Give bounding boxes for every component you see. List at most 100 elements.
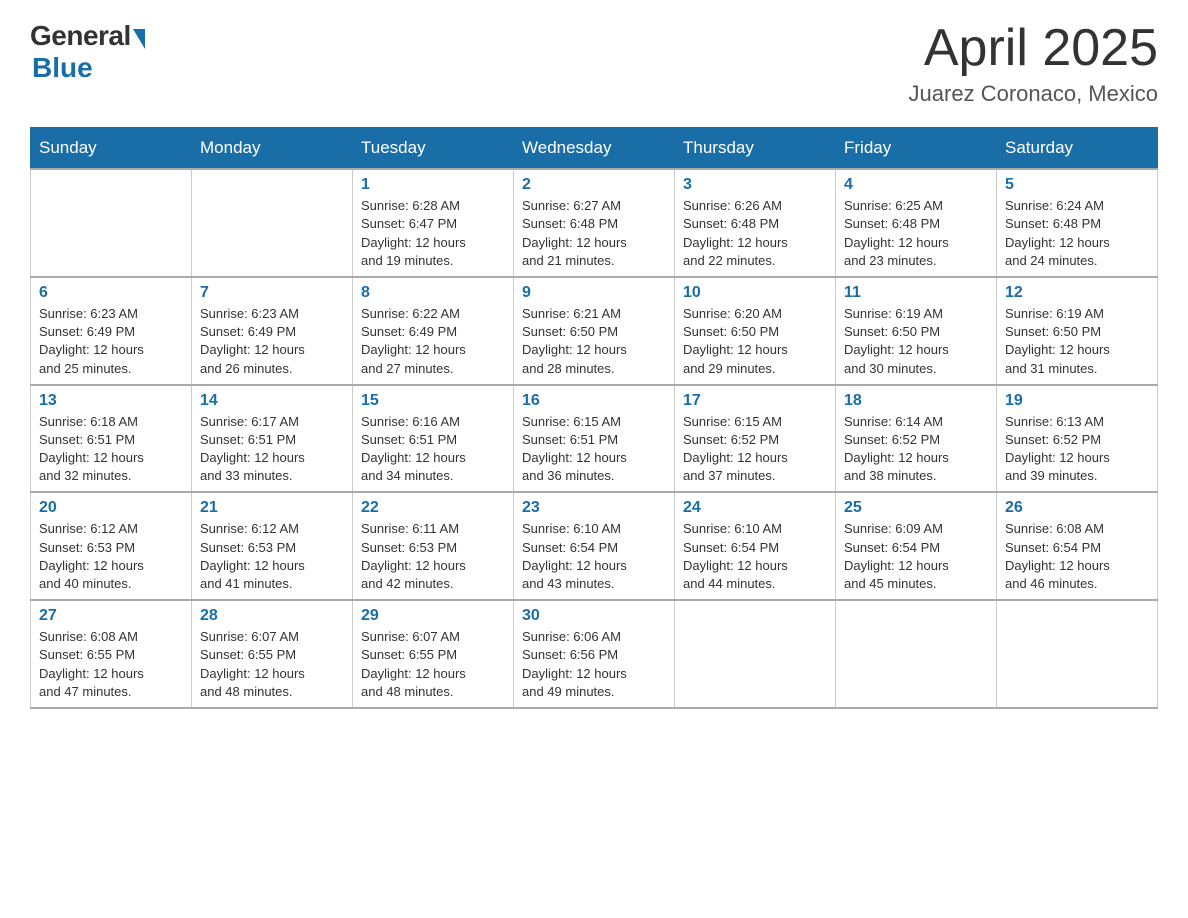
calendar-cell: 7 Sunrise: 6:23 AM Sunset: 6:49 PM Daylig… [192, 277, 353, 385]
day-number: 23 [522, 499, 666, 517]
month-title: April 2025 [909, 20, 1158, 77]
day-number: 6 [39, 284, 183, 302]
day-info: Sunrise: 6:10 AM Sunset: 6:54 PM Dayligh… [522, 520, 666, 593]
day-number: 11 [844, 284, 988, 302]
calendar-cell: 12 Sunrise: 6:19 AM Sunset: 6:50 PM Dayli… [997, 277, 1158, 385]
day-info: Sunrise: 6:23 AM Sunset: 6:49 PM Dayligh… [39, 305, 183, 378]
calendar-cell: 27 Sunrise: 6:08 AM Sunset: 6:55 PM Dayli… [31, 600, 192, 708]
day-info: Sunrise: 6:13 AM Sunset: 6:52 PM Dayligh… [1005, 413, 1149, 486]
calendar-week-4: 20Sunrise: 6:12 AM Sunset: 6:53 PM Dayli… [31, 492, 1158, 600]
day-number: 21 [200, 499, 344, 517]
calendar-header-monday: Monday [192, 128, 353, 170]
day-number: 10 [683, 284, 827, 302]
day-number: 24 [683, 499, 827, 517]
calendar-cell: 15 Sunrise: 6:16 AM Sunset: 6:51 PM Dayli… [353, 385, 514, 493]
day-number: 8 [361, 284, 505, 302]
calendar-cell [836, 600, 997, 708]
day-number: 17 [683, 392, 827, 410]
day-info: Sunrise: 6:07 AM Sunset: 6:55 PM Dayligh… [361, 628, 505, 701]
logo-blue-text: Blue [32, 52, 93, 84]
day-info: Sunrise: 6:17 AM Sunset: 6:51 PM Dayligh… [200, 413, 344, 486]
day-number: 25 [844, 499, 988, 517]
day-number: 3 [683, 176, 827, 194]
day-number: 18 [844, 392, 988, 410]
day-info: Sunrise: 6:16 AM Sunset: 6:51 PM Dayligh… [361, 413, 505, 486]
day-number: 2 [522, 176, 666, 194]
calendar-header-thursday: Thursday [675, 128, 836, 170]
day-info: Sunrise: 6:10 AM Sunset: 6:54 PM Dayligh… [683, 520, 827, 593]
day-info: Sunrise: 6:21 AM Sunset: 6:50 PM Dayligh… [522, 305, 666, 378]
day-number: 20 [39, 499, 183, 517]
day-number: 22 [361, 499, 505, 517]
day-number: 13 [39, 392, 183, 410]
page-header: General Blue April 2025 Juarez Coronaco,… [30, 20, 1158, 107]
day-number: 15 [361, 392, 505, 410]
calendar-cell: 4 Sunrise: 6:25 AM Sunset: 6:48 PM Daylig… [836, 169, 997, 277]
day-info: Sunrise: 6:07 AM Sunset: 6:55 PM Dayligh… [200, 628, 344, 701]
location-text: Juarez Coronaco, Mexico [909, 81, 1158, 107]
logo: General Blue [30, 20, 145, 84]
calendar-header-wednesday: Wednesday [514, 128, 675, 170]
day-number: 19 [1005, 392, 1149, 410]
day-number: 12 [1005, 284, 1149, 302]
day-info: Sunrise: 6:08 AM Sunset: 6:55 PM Dayligh… [39, 628, 183, 701]
day-number: 9 [522, 284, 666, 302]
day-number: 14 [200, 392, 344, 410]
day-number: 30 [522, 607, 666, 625]
calendar-cell: 17 Sunrise: 6:15 AM Sunset: 6:52 PM Dayli… [675, 385, 836, 493]
calendar-cell: 1Sunrise: 6:28 AM Sunset: 6:47 PM Daylig… [353, 169, 514, 277]
logo-general-text: General [30, 20, 131, 52]
calendar-cell: 18 Sunrise: 6:14 AM Sunset: 6:52 PM Dayli… [836, 385, 997, 493]
day-info: Sunrise: 6:20 AM Sunset: 6:50 PM Dayligh… [683, 305, 827, 378]
calendar-cell: 5 Sunrise: 6:24 AM Sunset: 6:48 PM Daylig… [997, 169, 1158, 277]
calendar-header-saturday: Saturday [997, 128, 1158, 170]
calendar-cell: 21Sunrise: 6:12 AM Sunset: 6:53 PM Dayli… [192, 492, 353, 600]
day-info: Sunrise: 6:11 AM Sunset: 6:53 PM Dayligh… [361, 520, 505, 593]
day-info: Sunrise: 6:18 AM Sunset: 6:51 PM Dayligh… [39, 413, 183, 486]
calendar-cell: 14 Sunrise: 6:17 AM Sunset: 6:51 PM Dayli… [192, 385, 353, 493]
calendar-cell: 29 Sunrise: 6:07 AM Sunset: 6:55 PM Dayli… [353, 600, 514, 708]
day-number: 16 [522, 392, 666, 410]
calendar-week-5: 27 Sunrise: 6:08 AM Sunset: 6:55 PM Dayli… [31, 600, 1158, 708]
day-number: 27 [39, 607, 183, 625]
calendar-table: SundayMondayTuesdayWednesdayThursdayFrid… [30, 127, 1158, 709]
title-area: April 2025 Juarez Coronaco, Mexico [909, 20, 1158, 107]
day-number: 5 [1005, 176, 1149, 194]
calendar-header-row: SundayMondayTuesdayWednesdayThursdayFrid… [31, 128, 1158, 170]
day-info: Sunrise: 6:22 AM Sunset: 6:49 PM Dayligh… [361, 305, 505, 378]
day-info: Sunrise: 6:24 AM Sunset: 6:48 PM Dayligh… [1005, 197, 1149, 270]
calendar-cell: 30 Sunrise: 6:06 AM Sunset: 6:56 PM Dayli… [514, 600, 675, 708]
day-number: 28 [200, 607, 344, 625]
day-number: 4 [844, 176, 988, 194]
calendar-cell: 25 Sunrise: 6:09 AM Sunset: 6:54 PM Dayli… [836, 492, 997, 600]
day-info: Sunrise: 6:27 AM Sunset: 6:48 PM Dayligh… [522, 197, 666, 270]
day-info: Sunrise: 6:08 AM Sunset: 6:54 PM Dayligh… [1005, 520, 1149, 593]
day-info: Sunrise: 6:14 AM Sunset: 6:52 PM Dayligh… [844, 413, 988, 486]
day-number: 1 [361, 176, 505, 194]
calendar-cell [31, 169, 192, 277]
calendar-cell [997, 600, 1158, 708]
calendar-cell: 10 Sunrise: 6:20 AM Sunset: 6:50 PM Dayli… [675, 277, 836, 385]
calendar-header-friday: Friday [836, 128, 997, 170]
day-info: Sunrise: 6:19 AM Sunset: 6:50 PM Dayligh… [1005, 305, 1149, 378]
calendar-cell: 2 Sunrise: 6:27 AM Sunset: 6:48 PM Daylig… [514, 169, 675, 277]
day-info: Sunrise: 6:09 AM Sunset: 6:54 PM Dayligh… [844, 520, 988, 593]
day-info: Sunrise: 6:06 AM Sunset: 6:56 PM Dayligh… [522, 628, 666, 701]
calendar-cell: 6 Sunrise: 6:23 AM Sunset: 6:49 PM Daylig… [31, 277, 192, 385]
logo-arrow-icon [133, 29, 145, 49]
day-number: 29 [361, 607, 505, 625]
day-info: Sunrise: 6:15 AM Sunset: 6:52 PM Dayligh… [683, 413, 827, 486]
day-info: Sunrise: 6:26 AM Sunset: 6:48 PM Dayligh… [683, 197, 827, 270]
day-number: 7 [200, 284, 344, 302]
calendar-cell: 26 Sunrise: 6:08 AM Sunset: 6:54 PM Dayli… [997, 492, 1158, 600]
calendar-cell [675, 600, 836, 708]
calendar-cell: 13 Sunrise: 6:18 AM Sunset: 6:51 PM Dayli… [31, 385, 192, 493]
calendar-cell: 9 Sunrise: 6:21 AM Sunset: 6:50 PM Daylig… [514, 277, 675, 385]
calendar-cell: 11Sunrise: 6:19 AM Sunset: 6:50 PM Dayli… [836, 277, 997, 385]
day-info: Sunrise: 6:23 AM Sunset: 6:49 PM Dayligh… [200, 305, 344, 378]
calendar-week-1: 1Sunrise: 6:28 AM Sunset: 6:47 PM Daylig… [31, 169, 1158, 277]
day-number: 26 [1005, 499, 1149, 517]
calendar-cell: 22 Sunrise: 6:11 AM Sunset: 6:53 PM Dayli… [353, 492, 514, 600]
day-info: Sunrise: 6:25 AM Sunset: 6:48 PM Dayligh… [844, 197, 988, 270]
calendar-cell: 8 Sunrise: 6:22 AM Sunset: 6:49 PM Daylig… [353, 277, 514, 385]
